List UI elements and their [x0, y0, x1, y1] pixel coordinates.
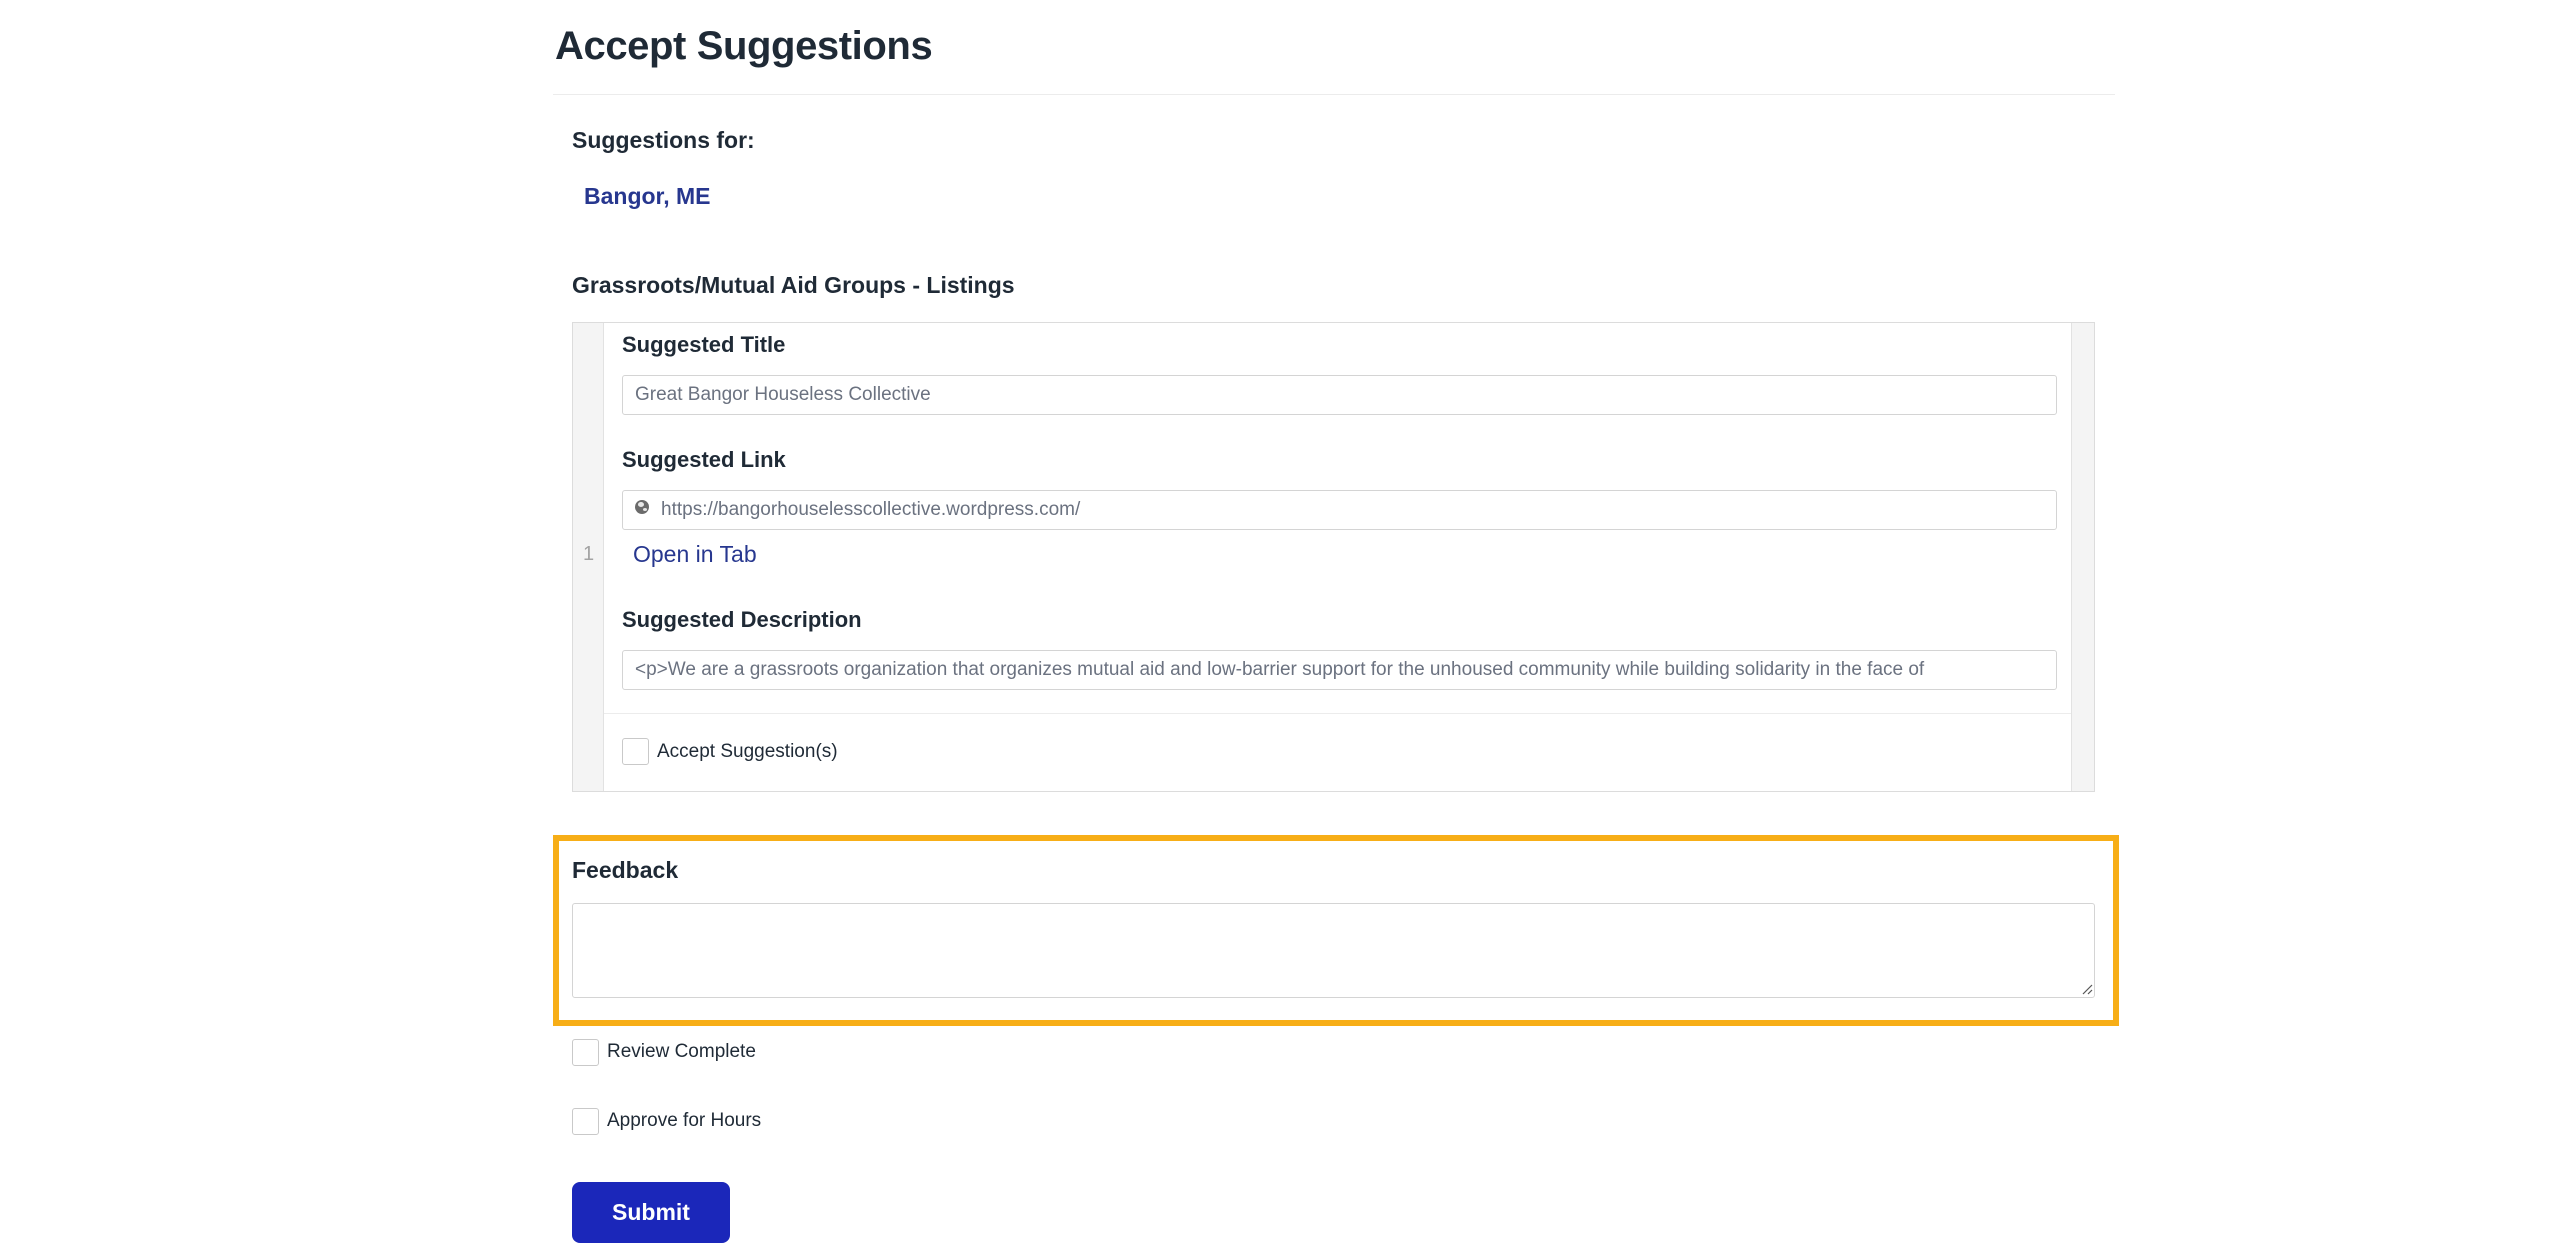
- submit-button[interactable]: Submit: [572, 1182, 730, 1243]
- city-link[interactable]: Bangor, ME: [584, 183, 711, 210]
- section-title: Grassroots/Mutual Aid Groups - Listings: [572, 272, 1015, 298]
- approve-for-hours-label: Approve for Hours: [607, 1110, 762, 1131]
- accept-suggestions-page: Accept Suggestions Suggestions for: Bang…: [0, 0, 2560, 1249]
- feedback-textarea[interactable]: [572, 903, 2095, 998]
- approve-for-hours-checkbox[interactable]: [572, 1108, 599, 1135]
- listing-card: 1 Suggested Title Great Bangor Houseless…: [572, 322, 2095, 792]
- card-divider: [604, 713, 2071, 714]
- title-divider: [553, 94, 2115, 95]
- review-complete-checkbox[interactable]: [572, 1039, 599, 1066]
- suggested-description-value: <p>We are a grassroots organization that…: [635, 659, 1925, 680]
- accept-suggestion-label: Accept Suggestion(s): [657, 741, 838, 762]
- review-complete-label: Review Complete: [607, 1041, 756, 1062]
- open-in-tab-link[interactable]: Open in Tab: [633, 541, 757, 568]
- resize-grip-icon[interactable]: [2081, 983, 2093, 995]
- page-title: Accept Suggestions: [555, 24, 933, 68]
- accept-suggestion-checkbox[interactable]: [622, 738, 649, 765]
- suggestions-for-label: Suggestions for:: [572, 127, 755, 153]
- row-gutter-right: [2071, 323, 2094, 791]
- row-number: 1: [582, 543, 595, 565]
- suggested-description-field[interactable]: <p>We are a grassroots organization that…: [622, 650, 2057, 690]
- row-gutter: 1: [573, 323, 604, 791]
- suggested-title-label: Suggested Title: [622, 332, 786, 357]
- suggested-link-value: https://bangorhouselesscollective.wordpr…: [661, 499, 1081, 520]
- suggested-description-label: Suggested Description: [622, 607, 862, 632]
- feedback-label: Feedback: [572, 857, 679, 883]
- suggested-title-value: Great Bangor Houseless Collective: [635, 384, 931, 405]
- suggested-link-field[interactable]: https://bangorhouselesscollective.wordpr…: [622, 490, 2057, 530]
- globe-icon: [635, 499, 649, 514]
- suggested-title-field[interactable]: Great Bangor Houseless Collective: [622, 375, 2057, 415]
- suggested-link-label: Suggested Link: [622, 447, 786, 472]
